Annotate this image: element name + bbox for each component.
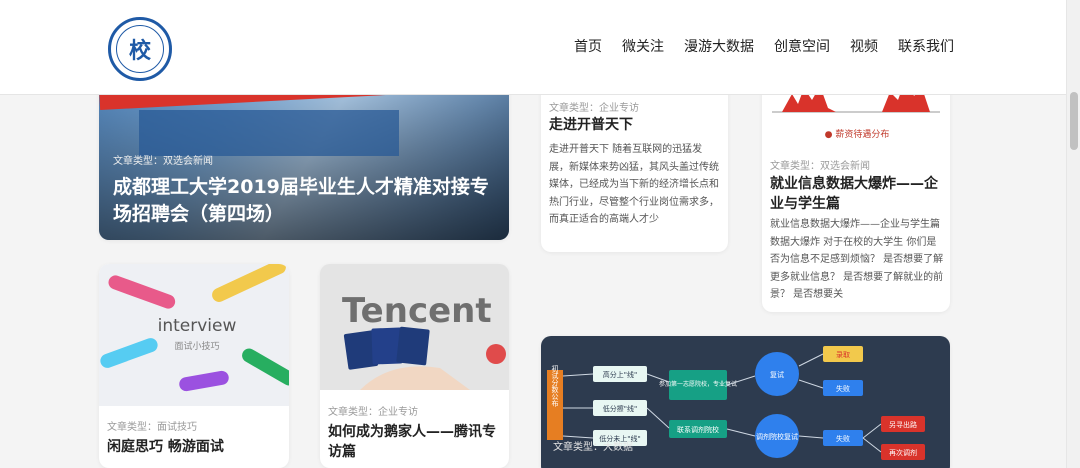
- interview-subheading: 面试小技巧: [174, 340, 219, 352]
- nav-creative[interactable]: 创意空间: [774, 36, 830, 56]
- flow-node-readmit: 调剂院校复试: [756, 432, 798, 441]
- interview-graphic: interview 面试小技巧: [100, 264, 289, 392]
- article-excerpt: 走进开普天下 随着互联网的迅猛发展，新媒体来势凶猛，其风头盖过传统媒体，已经成为…: [549, 144, 719, 225]
- article-card-tencent[interactable]: Tencent 文章类型：企业专访 如何成为鹅家人——腾讯专访篇: [320, 264, 509, 468]
- page-scrollbar[interactable]: [1066, 0, 1080, 468]
- nav-weibo[interactable]: 微关注: [622, 36, 664, 56]
- flow-node-admit: 录取: [836, 351, 850, 359]
- flow-node-redo: 再次调剂: [889, 448, 917, 457]
- flow-node-left: 初试分数公布: [551, 364, 559, 408]
- flow-node-other: 另寻出路: [889, 420, 917, 429]
- article-card-flow[interactable]: 初试分数公布 高分上"线" 低分擦"线" 低分未上"线" 参加第一志愿院校，专业…: [541, 336, 950, 468]
- nav-contact[interactable]: 联系我们: [898, 36, 954, 56]
- article-type: 文章类型：企业专访: [328, 407, 418, 418]
- hero-image-sign: [139, 110, 399, 156]
- nav-home[interactable]: 首页: [574, 36, 602, 56]
- article-thumbnail: Tencent: [320, 264, 509, 390]
- interview-heading: interview: [158, 316, 237, 336]
- flow-node-retest: 复试: [770, 370, 784, 379]
- scrollbar-thumb[interactable]: [1070, 92, 1078, 150]
- site-logo[interactable]: 校: [108, 17, 172, 81]
- article-type: 文章类型：大数据: [553, 442, 633, 453]
- page: 校 首页 微关注 漫游大数据 创意空间 视频 联系我们 文章类型：双选会新闻 成…: [0, 0, 1066, 468]
- flow-node-adjust: 联系调剂院校: [677, 425, 719, 434]
- article-title[interactable]: 就业信息数据大爆炸——企业与学生篇: [770, 175, 946, 214]
- article-title[interactable]: 成都理工大学2019届毕业生人才精准对接专场招聘会（第四场）: [113, 174, 498, 227]
- nav-video[interactable]: 视频: [850, 36, 878, 56]
- logo-mark: 校: [116, 25, 164, 73]
- site-header: 校 首页 微关注 漫游大数据 创意空间 视频 联系我们: [0, 0, 1066, 95]
- article-title[interactable]: 如何成为鹅家人——腾讯专访篇: [328, 423, 503, 462]
- article-type: 文章类型：企业专访: [549, 103, 639, 114]
- article-title[interactable]: 闲庭思巧 畅游面试: [107, 438, 224, 458]
- article-excerpt: 就业信息数据大爆炸——企业与学生篇数据大爆炸 对于在校的大学生 你们是否为信息不…: [770, 219, 944, 300]
- main-nav: 首页 微关注 漫游大数据 创意空间 视频 联系我们: [574, 36, 954, 56]
- flow-node-low: 低分擦"线": [603, 404, 637, 413]
- article-type: 文章类型：双选会新闻: [770, 161, 870, 172]
- tencent-graphic: Tencent: [320, 264, 509, 390]
- article-title[interactable]: 走进开普天下: [549, 116, 633, 136]
- article-type: 文章类型：双选会新闻: [113, 156, 213, 167]
- article-type: 文章类型：面试技巧: [107, 422, 197, 433]
- tencent-brand: Tencent: [342, 291, 492, 331]
- article-thumbnail: interview 面试小技巧: [99, 264, 289, 406]
- flow-node-fail2: 失败: [836, 434, 850, 443]
- nav-bigdata[interactable]: 漫游大数据: [684, 36, 754, 56]
- flow-node-fail: 失败: [836, 384, 850, 393]
- flow-node-high: 高分上"线": [603, 370, 637, 379]
- flow-node-first: 参加第一志愿院校，专业复试: [659, 380, 737, 388]
- article-card-interview[interactable]: interview 面试小技巧 文章类型：面试技巧 闲庭思巧 畅游面试: [99, 264, 289, 468]
- chart-caption: ● 薪资待遇分布: [825, 128, 890, 140]
